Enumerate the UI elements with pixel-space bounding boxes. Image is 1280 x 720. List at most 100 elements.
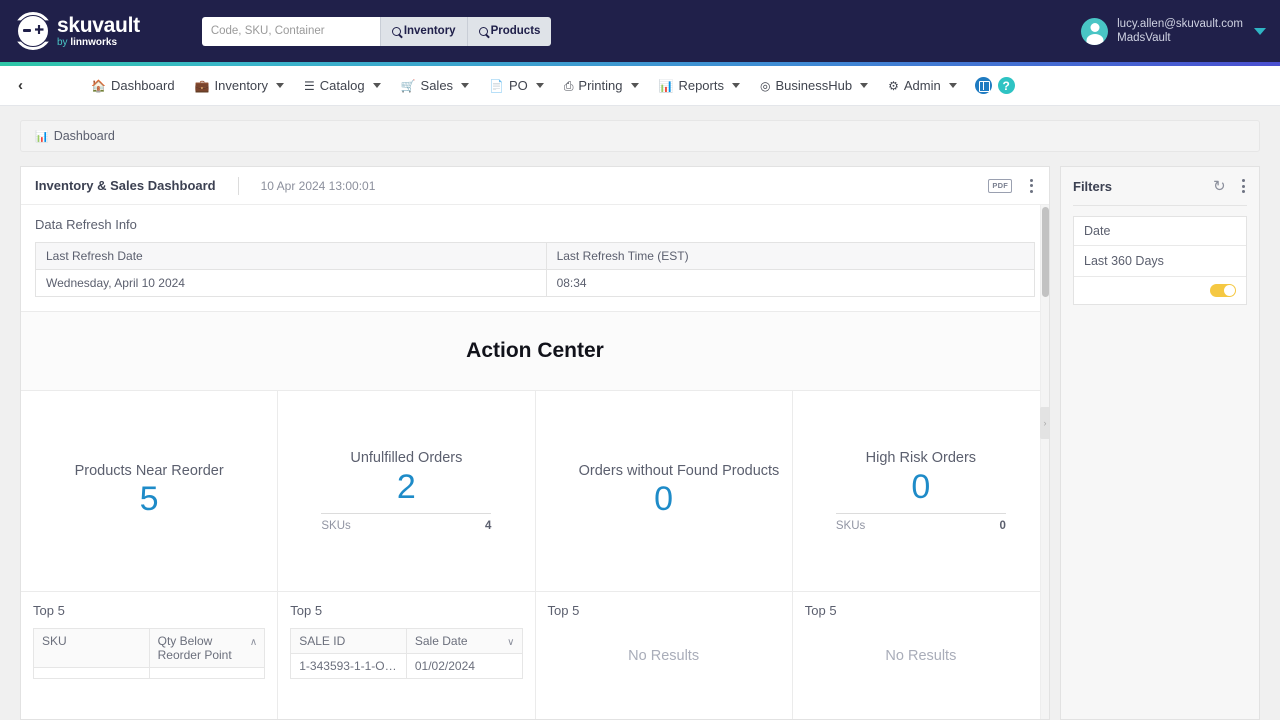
table-cell	[33, 667, 150, 679]
nav-item-businesshub[interactable]: ◎ BusinessHub	[750, 78, 878, 93]
search-inventory-button[interactable]: Inventory	[379, 16, 467, 46]
filter-field-value[interactable]: Last 360 Days	[1074, 246, 1246, 277]
sort-caret-icon[interactable]: ∧	[250, 637, 257, 648]
sort-caret-icon[interactable]: ∨	[507, 637, 514, 648]
skuvault-logo[interactable]: skuvault by linnworks	[14, 12, 140, 50]
column-header-label: Sale Date	[414, 634, 468, 648]
top5-table: SALE ID Sale Date ∨ 1-343593-1-1-ORD... 01/0…	[290, 628, 523, 679]
kpi-label: Orders without Found Products	[578, 462, 780, 479]
logo-tagline: by linnworks	[57, 36, 140, 48]
knowledge-book-icon[interactable]	[974, 77, 992, 94]
cell-last-refresh-time: 08:34	[545, 269, 1036, 297]
table-cell: 1-343593-1-1-ORD...	[290, 653, 407, 679]
search-input[interactable]	[201, 16, 380, 46]
table-cell	[148, 667, 266, 679]
home-icon: 🏠	[91, 78, 106, 93]
top5-card: Top 5 No Results	[536, 592, 793, 719]
nav-item-label: Sales	[420, 78, 454, 93]
dashboard-scrollbar[interactable]	[1040, 205, 1049, 719]
reset-filters-icon[interactable]: ↺	[1213, 178, 1226, 195]
chevron-down-icon[interactable]	[630, 83, 639, 88]
column-header[interactable]: Qty Below Reorder Point ∧	[148, 628, 266, 668]
nav-item-list: 🏠 Dashboard 💼 Inventory ☰ Catalog 🛒 Sales 📄 PO ⎙ Pr…	[81, 78, 967, 93]
nav-item-catalog[interactable]: ☰ Catalog	[294, 78, 391, 93]
document-icon: 📄	[489, 78, 505, 93]
briefcase-icon: 💼	[194, 78, 210, 93]
top5-card: Top 5 SKU Qty Below Reorder Point ∧	[21, 592, 279, 719]
panel-collapse-handle[interactable]: ›	[1040, 407, 1049, 439]
column-header[interactable]: SALE ID	[290, 628, 407, 654]
top5-title: Top 5	[290, 603, 323, 618]
no-results-message: No Results	[628, 648, 700, 664]
kpi-value: 5	[139, 480, 159, 519]
chevron-down-icon[interactable]	[276, 83, 284, 88]
top5-title: Top 5	[804, 603, 837, 618]
nav-item-label: Inventory	[214, 78, 268, 93]
filters-more-menu-icon[interactable]	[1240, 177, 1247, 195]
nav-item-reports[interactable]: 📊 Reports	[649, 78, 750, 93]
no-results-message: No Results	[885, 648, 957, 664]
dashboard-more-menu-icon[interactable]	[1028, 177, 1035, 195]
logo-tagline-brand: linnworks	[70, 36, 118, 48]
user-menu[interactable]: lucy.allen@skuvault.com MadsVault	[1081, 17, 1266, 46]
data-refresh-label: Data Refresh Info	[35, 217, 137, 232]
search-icon	[391, 26, 401, 36]
chevron-down-icon[interactable]	[372, 83, 381, 88]
user-account-name: MadsVault	[1117, 32, 1171, 44]
kpi-card[interactable]: Unfulfilled Orders 2 SKUs 4	[278, 391, 536, 591]
bar-chart-icon: 📊	[658, 78, 674, 93]
nav-item-sales[interactable]: 🛒 Sales	[391, 78, 479, 93]
chevron-down-icon[interactable]	[731, 83, 740, 88]
table-cell: 01/02/2024	[405, 653, 523, 679]
kpi-card[interactable]: Products Near Reorder 5	[21, 391, 279, 591]
nav-item-po[interactable]: 📄 PO	[479, 78, 554, 93]
dashboard-panel: Inventory & Sales Dashboard 10 Apr 2024 …	[20, 166, 1050, 720]
column-header[interactable]: Sale Date ∨	[405, 628, 523, 654]
nav-item-label: Reports	[678, 78, 724, 93]
filter-toggle-row	[1074, 277, 1246, 304]
kpi-subrow: SKUs 0	[835, 512, 1006, 532]
page-body: 📊 Dashboard Inventory & Sales Dashboard …	[0, 106, 1280, 720]
top5-title: Top 5	[547, 603, 580, 618]
chevron-down-icon[interactable]	[948, 83, 957, 88]
help-question-icon[interactable]: ?	[997, 77, 1015, 94]
chevron-down-icon[interactable]	[860, 83, 869, 88]
chevron-down-icon[interactable]	[1254, 27, 1266, 35]
top5-card: Top 5 No Results	[793, 592, 1049, 719]
kpi-label: Unfulfilled Orders	[350, 450, 463, 467]
nav-back-chevron-icon[interactable]: ‹	[10, 77, 31, 94]
nav-item-dashboard[interactable]: 🏠 Dashboard	[81, 78, 185, 93]
kpi-sub-value: 0	[999, 519, 1006, 532]
top5-table: SKU Qty Below Reorder Point ∧	[33, 628, 266, 679]
export-pdf-button[interactable]: PDF	[988, 178, 1012, 193]
column-header-last-refresh-time: Last Refresh Time (EST)	[545, 242, 1036, 270]
filters-panel: Filters ↺ Date Last 360 Days	[1060, 166, 1260, 720]
scrollbar-thumb[interactable]	[1042, 207, 1049, 297]
breadcrumb-label: Dashboard	[53, 129, 115, 143]
table-row[interactable]	[33, 667, 266, 679]
nav-item-label: Printing	[578, 78, 623, 93]
main-navigation: ‹ 🏠 Dashboard 💼 Inventory ☰ Catalog 🛒 Sales 📄 PO ⎙…	[0, 66, 1280, 106]
search-icon	[478, 26, 488, 36]
filter-enabled-toggle[interactable]	[1210, 284, 1236, 297]
table-row[interactable]: 1-343593-1-1-ORD... 01/02/2024	[290, 653, 523, 679]
table-header-row: SALE ID Sale Date ∨	[290, 628, 523, 654]
dashboard-header: Inventory & Sales Dashboard 10 Apr 2024 …	[21, 167, 1049, 205]
nav-item-label: Admin	[903, 78, 941, 93]
kpi-card[interactable]: Orders without Found Products 0	[536, 391, 793, 591]
kpi-card[interactable]: High Risk Orders 0 SKUs 0	[793, 391, 1049, 591]
filters-header: Filters ↺	[1061, 167, 1259, 205]
search-products-button[interactable]: Products	[466, 16, 552, 46]
nav-item-admin[interactable]: ⚙ Admin	[878, 78, 967, 93]
chevron-down-icon[interactable]	[461, 83, 470, 88]
cell-last-refresh-date: Wednesday, April 10 2024	[35, 269, 547, 297]
chevron-down-icon[interactable]	[535, 83, 544, 88]
printer-icon: ⎙	[563, 78, 574, 93]
kpi-sub-label: SKUs	[321, 519, 351, 532]
logo-ring-icon	[14, 12, 52, 50]
nav-item-printing[interactable]: ⎙ Printing	[554, 78, 649, 93]
user-email: lucy.allen@skuvault.com	[1117, 17, 1243, 30]
bar-chart-icon: 📊	[35, 130, 49, 143]
column-header[interactable]: SKU	[33, 628, 150, 668]
nav-item-inventory[interactable]: 💼 Inventory	[185, 78, 294, 93]
